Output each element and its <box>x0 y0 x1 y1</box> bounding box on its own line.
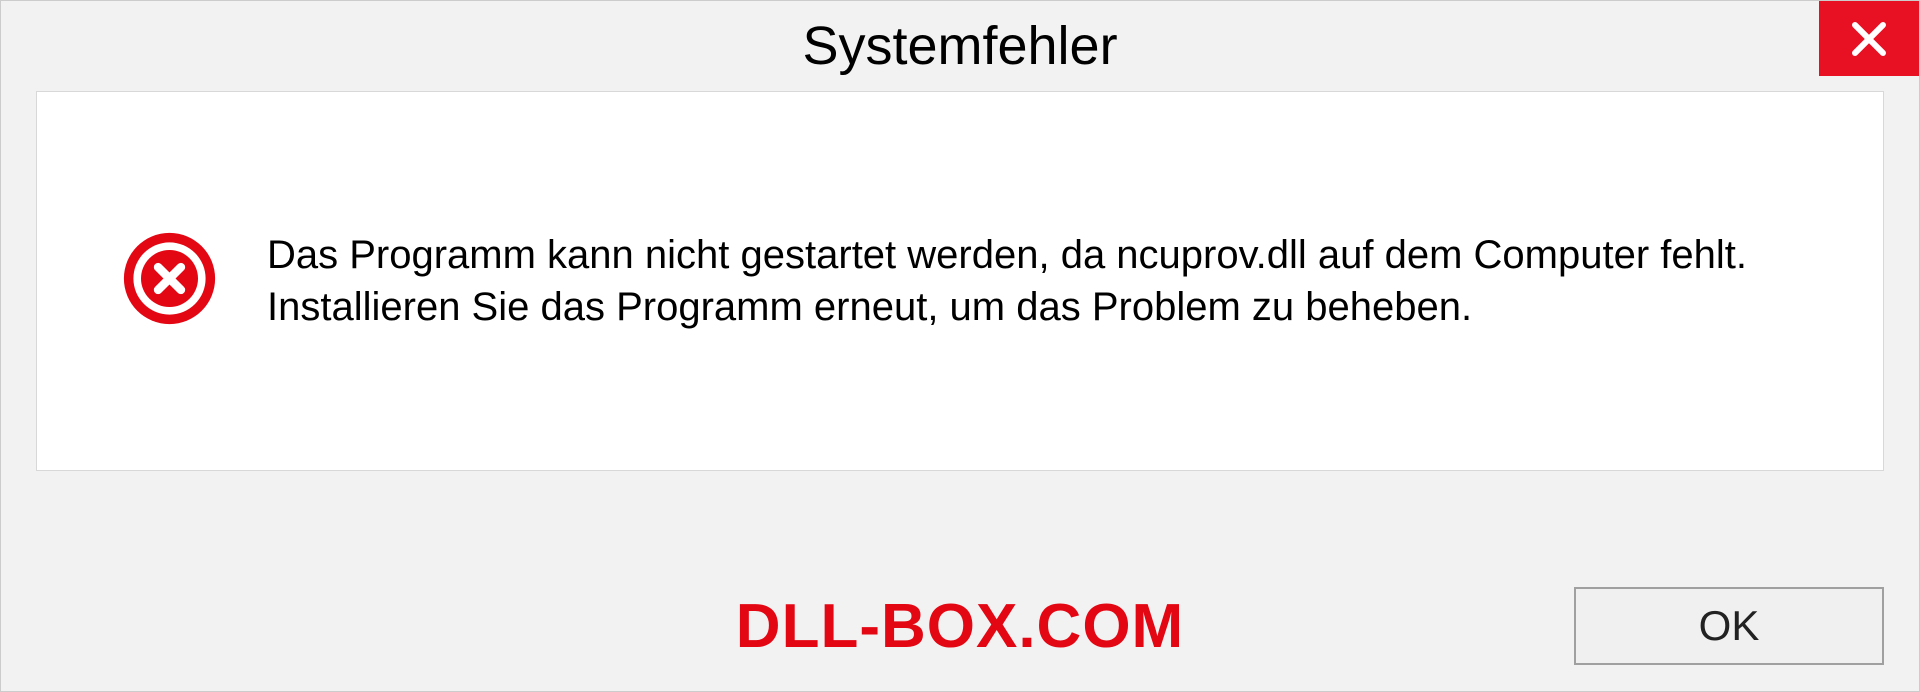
ok-button-label: OK <box>1699 602 1760 650</box>
error-icon <box>122 231 217 331</box>
message-box: Das Programm kann nicht gestartet werden… <box>36 91 1884 471</box>
watermark-text: DLL-BOX.COM <box>736 591 1184 662</box>
dialog-title: Systemfehler <box>802 15 1117 77</box>
close-icon <box>1849 19 1889 59</box>
error-message: Das Programm kann nicht gestartet werden… <box>267 229 1843 333</box>
dialog-footer: DLL-BOX.COM OK <box>1 561 1919 691</box>
ok-button[interactable]: OK <box>1574 587 1884 665</box>
close-button[interactable] <box>1819 1 1919 76</box>
titlebar: Systemfehler <box>1 1 1919 91</box>
